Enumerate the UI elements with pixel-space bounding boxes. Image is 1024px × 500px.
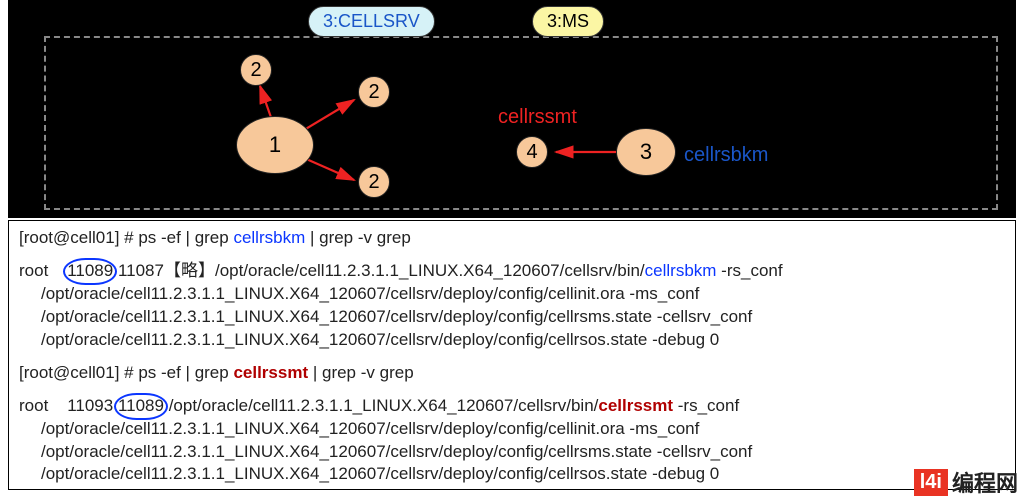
out2-bin: cellrssmt bbox=[598, 396, 673, 415]
node-2a: 2 bbox=[240, 54, 272, 86]
out1-l2: /opt/oracle/cell11.2.3.1.1_LINUX.X64_120… bbox=[19, 283, 1005, 306]
out1-path: /opt/oracle/cell11.2.3.1.1_LINUX.X64_120… bbox=[215, 261, 645, 280]
cmd2-prompt: [root@cell01] # ps -ef | grep bbox=[19, 363, 233, 382]
out2-user: root bbox=[19, 396, 48, 415]
out2-block: root 11093 11089 /opt/oracle/cell11.2.3.… bbox=[19, 395, 1005, 487]
out1-block: root 11089 11087【略】/opt/oracle/cell11.2.… bbox=[19, 260, 1005, 352]
out1-l4: /opt/oracle/cell11.2.3.1.1_LINUX.X64_120… bbox=[19, 329, 1005, 352]
label-cellrssmt: cellrssmt bbox=[498, 106, 577, 129]
watermark-logo: l4i 编程网 bbox=[914, 466, 1018, 498]
node-2c: 2 bbox=[358, 166, 390, 198]
out2-ppid-circled: 11089 bbox=[118, 395, 164, 418]
out1-ppid: 11087 bbox=[118, 261, 164, 280]
out1-pid-circled: 11089 bbox=[67, 260, 113, 283]
cmd1-block: [root@cell01] # ps -ef | grep cellrsbkm … bbox=[19, 227, 1005, 250]
cmd2-grep: cellrssmt bbox=[233, 363, 308, 382]
cmd1-prompt: [root@cell01] # ps -ef | grep bbox=[19, 228, 233, 247]
out2-flag1: -rs_conf bbox=[673, 396, 739, 415]
label-cellrsbkm: cellrsbkm bbox=[684, 144, 768, 167]
cmd1-grep: cellrsbkm bbox=[233, 228, 305, 247]
node-3: 3 bbox=[616, 128, 676, 176]
logo-text: 编程网 bbox=[952, 466, 1018, 498]
out2-l3: /opt/oracle/cell11.2.3.1.1_LINUX.X64_120… bbox=[19, 441, 1005, 464]
out1-flag1: -rs_conf bbox=[716, 261, 782, 280]
cmd1-suffix: | grep -v grep bbox=[305, 228, 411, 247]
out2-path: /opt/oracle/cell11.2.3.1.1_LINUX.X64_120… bbox=[164, 396, 598, 415]
node-2b: 2 bbox=[358, 76, 390, 108]
stage: 3:CELLSRV 3:MS 1 2 2 2 4 3 cellrssmt cel… bbox=[0, 0, 1024, 500]
out2-l2: /opt/oracle/cell11.2.3.1.1_LINUX.X64_120… bbox=[19, 418, 1005, 441]
terminal-panel: [root@cell01] # ps -ef | grep cellrsbkm … bbox=[8, 220, 1016, 490]
out1-user: root bbox=[19, 261, 48, 280]
cmd2-block: [root@cell01] # ps -ef | grep cellrssmt … bbox=[19, 362, 1005, 385]
out1-l3: /opt/oracle/cell11.2.3.1.1_LINUX.X64_120… bbox=[19, 306, 1005, 329]
logo-redbox: l4i bbox=[914, 469, 948, 496]
out1-bin: cellrsbkm bbox=[645, 261, 717, 280]
node-4: 4 bbox=[516, 136, 548, 168]
out2-l4: /opt/oracle/cell11.2.3.1.1_LINUX.X64_120… bbox=[19, 463, 1005, 486]
out1-note: 【略】 bbox=[164, 261, 215, 280]
diagram-panel: 3:CELLSRV 3:MS 1 2 2 2 4 3 cellrssmt cel… bbox=[8, 0, 1016, 218]
node-1: 1 bbox=[236, 116, 314, 174]
out2-pid: 11093 bbox=[67, 396, 113, 415]
cmd2-suffix: | grep -v grep bbox=[308, 363, 414, 382]
